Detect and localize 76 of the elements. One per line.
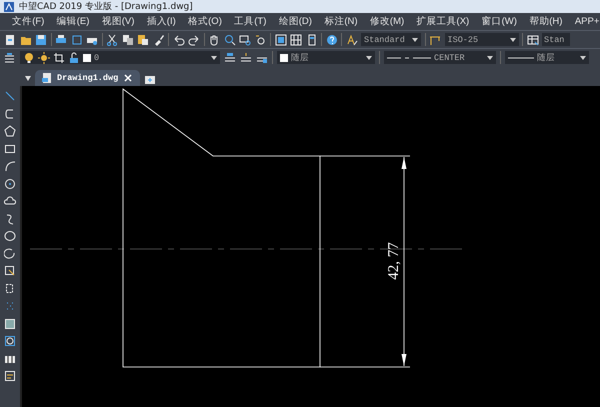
design-center-icon[interactable] [290, 34, 302, 46]
lineweight-sample-icon [508, 56, 534, 60]
menu-item[interactable]: 扩展工具(X) [410, 15, 476, 28]
new-file-icon[interactable] [4, 34, 16, 46]
document-tab[interactable]: Drawing1.dwg [35, 70, 140, 86]
tool-palette-icon[interactable] [306, 34, 318, 46]
help-icon[interactable] [326, 34, 338, 46]
table-style-dropdown[interactable]: Stan [542, 33, 570, 46]
save-icon[interactable] [35, 34, 47, 46]
rectangle-icon[interactable] [4, 142, 16, 154]
zoom-previous-icon[interactable] [254, 34, 266, 46]
copy-icon[interactable] [122, 34, 134, 46]
dimension-style-icon[interactable] [429, 34, 441, 46]
new-tab-icon[interactable] [144, 74, 156, 86]
menu-item[interactable]: 帮助(H) [523, 15, 569, 28]
text-style-dropdown[interactable]: Standard [361, 33, 421, 46]
menu-item[interactable]: 窗口(W) [475, 15, 524, 28]
polygon-icon[interactable] [4, 125, 16, 137]
menu-item[interactable]: 编辑(E) [50, 15, 96, 28]
menu-item[interactable]: 绘图(D) [272, 15, 318, 28]
brush-icon[interactable] [152, 34, 164, 46]
color-swatch [280, 54, 288, 62]
menu-item[interactable]: 格式(O) [182, 15, 228, 28]
line-icon[interactable] [4, 90, 16, 102]
menu-item[interactable]: 插入(I) [140, 15, 182, 28]
print-icon[interactable] [55, 34, 67, 46]
undo-icon[interactable] [172, 34, 184, 46]
make-block-icon[interactable] [4, 282, 16, 294]
properties-icon[interactable] [274, 34, 286, 46]
spline-icon[interactable] [4, 212, 16, 224]
hatch-icon[interactable] [4, 318, 16, 330]
drawing-file-icon[interactable] [41, 72, 53, 84]
menu-item[interactable]: 文件(F) [6, 15, 51, 28]
color-dropdown[interactable]: 随层 [277, 51, 375, 64]
table-style-icon[interactable] [526, 34, 538, 46]
cloud-icon[interactable] [4, 195, 16, 207]
layer-name: 0 [94, 52, 100, 62]
scissors-icon[interactable] [106, 34, 118, 46]
text-icon[interactable] [4, 370, 16, 382]
region-icon[interactable] [4, 335, 16, 347]
pan-hand-icon[interactable] [208, 34, 220, 46]
dimension-text: 42, 77 [386, 242, 402, 280]
circle-icon[interactable] [4, 178, 16, 190]
elliptical-arc-icon[interactable] [4, 248, 16, 260]
layer-manager-icon[interactable] [4, 52, 16, 64]
dimension-style-dropdown[interactable]: ISO-25 [444, 33, 518, 46]
ellipse-icon[interactable] [4, 230, 16, 242]
zoom-icon[interactable] [224, 34, 236, 46]
polyline-icon[interactable] [4, 108, 16, 120]
zoom-window-icon[interactable] [239, 34, 251, 46]
text-style-icon[interactable] [346, 34, 358, 46]
lightbulb-icon[interactable] [23, 52, 35, 64]
preview-icon[interactable] [70, 34, 82, 46]
point-icon[interactable] [4, 300, 16, 312]
arc-icon[interactable] [4, 160, 16, 172]
menu-item[interactable]: APP+ [568, 16, 600, 27]
redo-icon[interactable] [188, 34, 200, 46]
viewport-icon[interactable] [53, 52, 65, 64]
menu-item[interactable]: 修改(M) [364, 15, 410, 28]
sun-icon[interactable] [38, 52, 50, 64]
center-linetype-icon [387, 56, 431, 60]
menu-item[interactable]: 标注(N) [318, 15, 364, 28]
close-icon[interactable] [122, 72, 134, 84]
menu-item[interactable]: 视图(V) [96, 15, 141, 28]
color-swatch [83, 54, 91, 62]
layer-dropdown[interactable]: 0 [20, 51, 220, 64]
menu-item[interactable]: 工具(T) [228, 15, 273, 28]
window-title: 中望CAD 2019 专业版 - [Drawing1.dwg] [19, 0, 193, 13]
paste-icon[interactable] [137, 34, 149, 46]
make-current-layer-icon[interactable] [224, 52, 236, 64]
linetype-dropdown[interactable]: CENTER [384, 51, 496, 64]
insert-block-icon[interactable] [4, 265, 16, 277]
app-logo-icon[interactable] [3, 0, 15, 12]
layer-previous-icon[interactable] [240, 52, 252, 64]
lineweight-dropdown[interactable]: 随层 [505, 51, 589, 64]
padlock-icon[interactable] [68, 52, 80, 64]
